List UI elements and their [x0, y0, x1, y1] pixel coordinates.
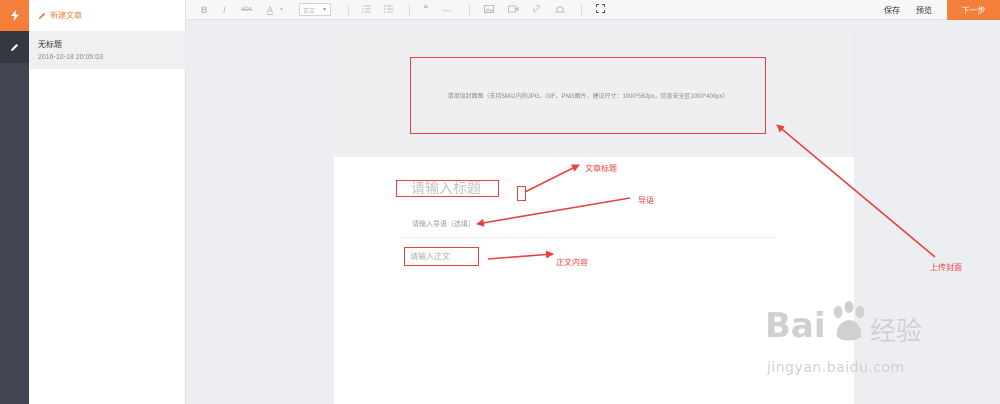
- title-arrow: [524, 164, 580, 193]
- body-arrow: [487, 250, 554, 260]
- watermark-brand: Bai: [765, 306, 826, 346]
- intro-arrow: [476, 197, 631, 227]
- annotation-upload-cover: 上传封面: [930, 263, 962, 272]
- cover-arrow: [776, 124, 936, 258]
- annotation-body: 正文内容: [556, 258, 588, 267]
- annotation-article-title: 文章标题: [585, 164, 617, 173]
- paw-logo-icon: [833, 301, 865, 341]
- watermark-product: 经验: [870, 317, 923, 347]
- watermark-url: jingyan.baidu.com: [767, 360, 905, 376]
- annotation-intro: 导语: [638, 196, 654, 205]
